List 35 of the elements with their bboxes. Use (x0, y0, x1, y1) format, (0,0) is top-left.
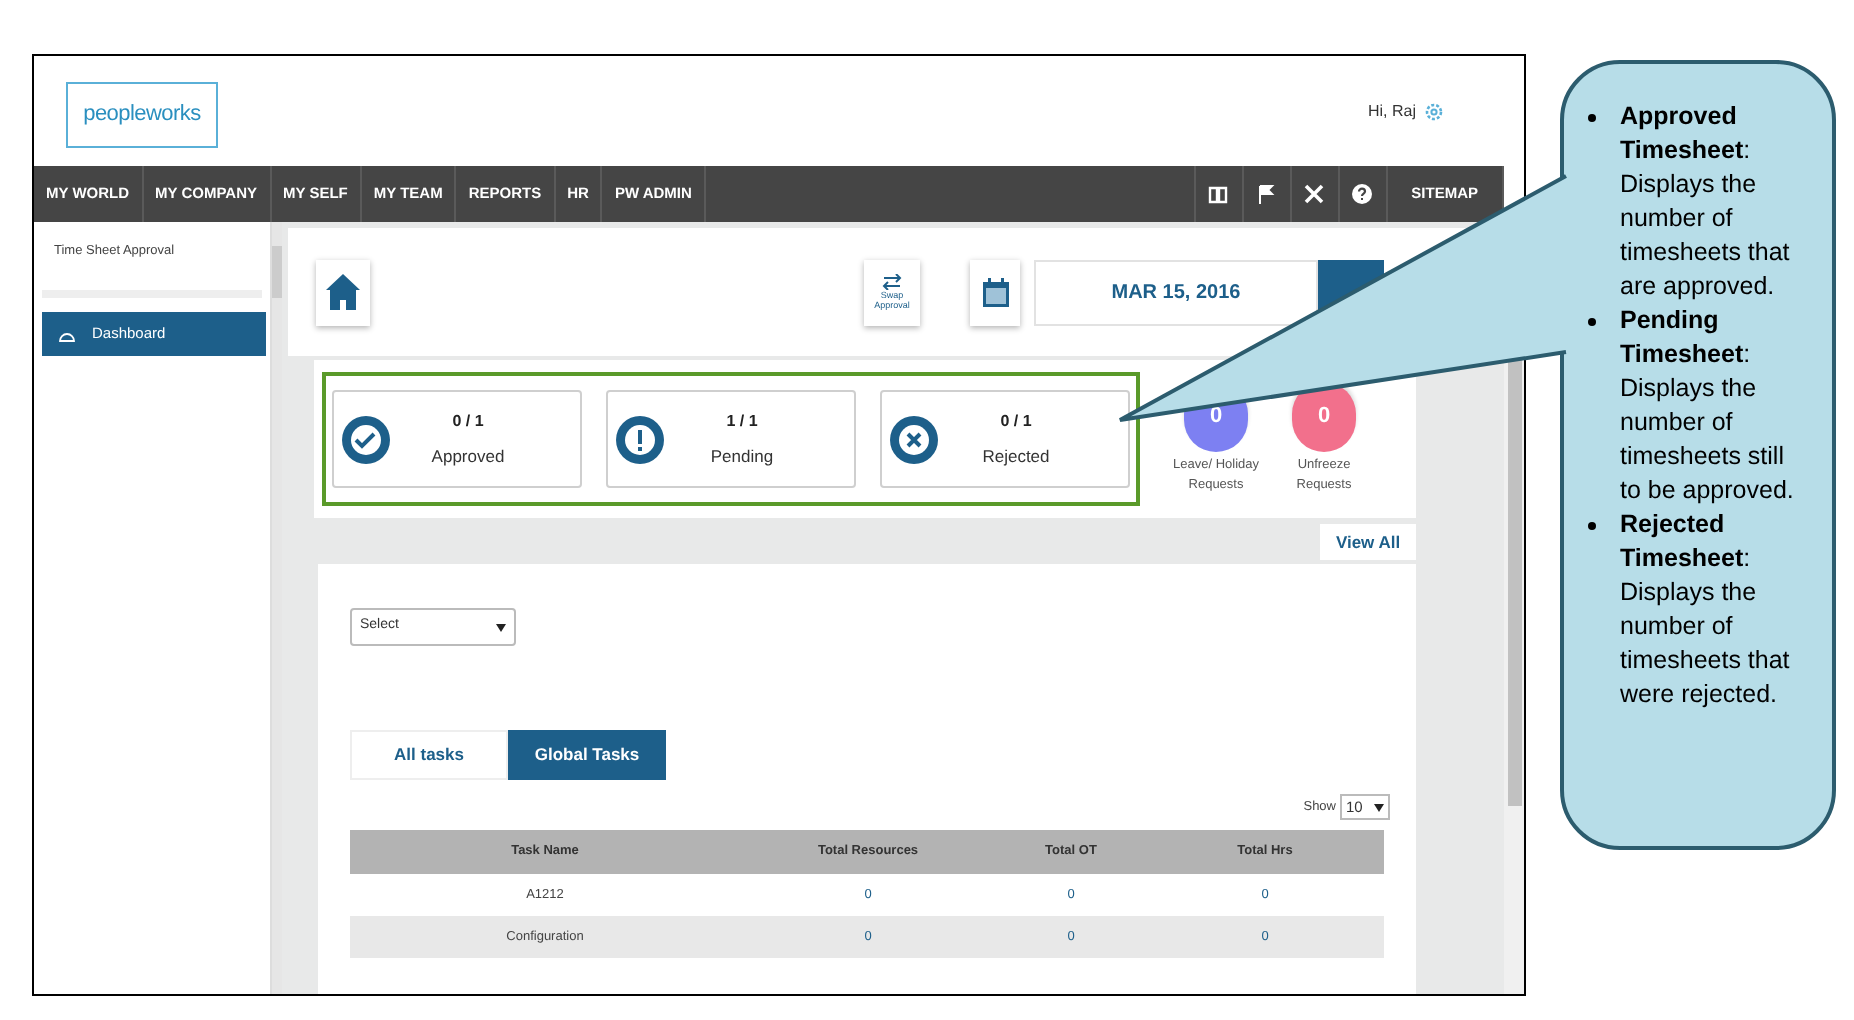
status-label: Pending (710, 443, 774, 469)
x-circle-icon (890, 415, 938, 463)
view-all-button[interactable]: View All (1320, 524, 1416, 560)
calendar-button[interactable] (970, 259, 1020, 325)
check-circle-icon (342, 415, 390, 463)
task-tab[interactable]: Global Tasks (508, 730, 666, 780)
caret-icon (496, 623, 506, 631)
status-label: Rejected (982, 443, 1050, 469)
status-card[interactable]: 0 / 1 Approved (332, 390, 582, 488)
callout-text: Rejected Timesheet: Displays the number of timesheets that were rejected. (1620, 508, 1792, 712)
callout-text: Approved Timesheet: Displays the number of timesheets that are approved. (1620, 100, 1792, 304)
book-icon[interactable] (1208, 184, 1229, 204)
task-tab[interactable]: All tasks (350, 730, 508, 780)
flag-icon[interactable] (1256, 184, 1277, 204)
status-label: Approved (431, 443, 505, 469)
help-icon[interactable] (1352, 184, 1373, 204)
status-count: 0 / 1 (452, 409, 484, 434)
logo[interactable]: peopleworks (66, 81, 218, 147)
callout-text: Pending Timesheet: Displays the number of timesheets still to be approved. (1620, 304, 1796, 508)
bullet-icon (1588, 522, 1596, 530)
status-card[interactable]: 0 / 1 Rejected (880, 390, 1130, 488)
collapse-handle[interactable] (272, 246, 282, 298)
home-icon (326, 274, 360, 310)
bullet-icon (1588, 318, 1596, 326)
status-count: 1 / 1 (726, 409, 758, 434)
swap-arrows-icon (882, 274, 902, 290)
home-button[interactable] (316, 259, 370, 325)
calendar-icon (981, 277, 1009, 307)
bullet-icon (1588, 114, 1596, 122)
date-display: MAR 15, 2016 (1034, 259, 1318, 325)
caret-icon (1374, 803, 1384, 811)
greeting: Hi, Raj (1367, 99, 1416, 123)
exclamation-circle-icon (616, 415, 664, 463)
status-card[interactable]: 1 / 1 Pending (606, 390, 856, 488)
status-count: 0 / 1 (1000, 409, 1032, 434)
